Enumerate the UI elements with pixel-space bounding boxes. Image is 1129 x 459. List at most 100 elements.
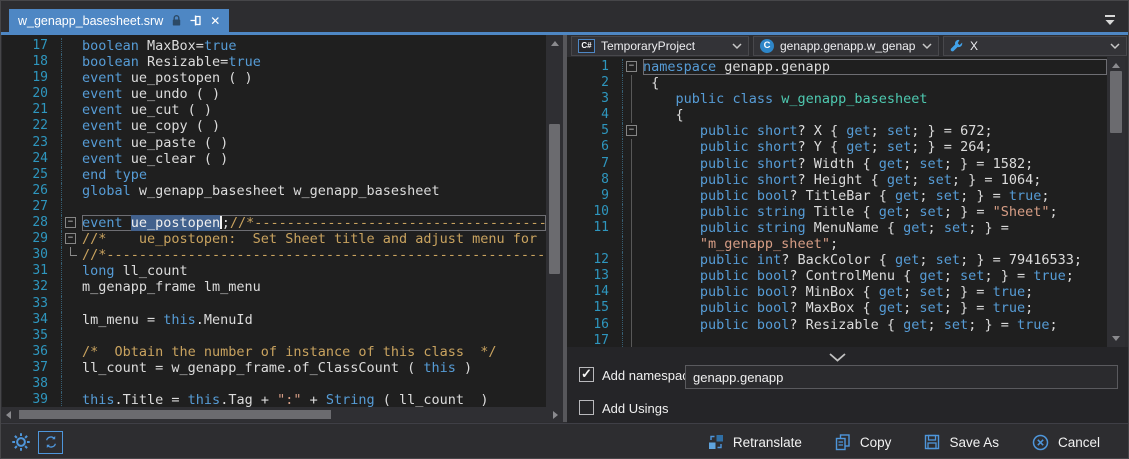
fold-margin — [609, 139, 643, 155]
fold-margin — [48, 54, 82, 70]
fold-margin — [609, 107, 643, 123]
code-line-26[interactable]: 26global w_genapp_basesheet w_genapp_bas… — [2, 183, 546, 199]
code-line-13[interactable]: 13 public bool? ControlMenu { get; set; … — [567, 268, 1107, 284]
fold-margin — [609, 284, 643, 300]
left-vscroll-thumb[interactable] — [549, 124, 560, 274]
code-line-17[interactable]: 17 — [567, 333, 1107, 347]
document-list-dropdown-icon[interactable] — [1101, 12, 1119, 28]
type-selector[interactable]: C genapp.genapp.w_genapp — [753, 36, 939, 56]
retranslate-button[interactable]: Retranslate — [708, 434, 802, 450]
member-selector-value: X — [970, 39, 978, 53]
code-line-8[interactable]: 8 public short? Height { get; set; } = 1… — [567, 172, 1107, 188]
fold-collapse-marker[interactable]: − — [48, 215, 82, 231]
member-selector[interactable]: X — [943, 36, 1127, 56]
left-hscroll-thumb[interactable] — [19, 410, 331, 419]
code-line-24[interactable]: 24event ue_clear ( ) — [2, 151, 546, 167]
right-vertical-scrollbar[interactable] — [1107, 57, 1125, 347]
retranslate-icon — [708, 434, 724, 450]
code-line-2[interactable]: 2 { — [567, 75, 1107, 91]
code-line-31[interactable]: 31long ll_count — [2, 263, 546, 279]
fold-margin — [48, 183, 82, 199]
copy-button[interactable]: Copy — [835, 434, 892, 451]
scroll-up-arrow[interactable] — [551, 41, 559, 46]
left-vertical-scrollbar[interactable] — [546, 35, 563, 422]
fold-margin — [609, 236, 643, 252]
scroll-left-arrow[interactable] — [6, 411, 11, 419]
add-usings-label: Add Usings — [602, 401, 668, 416]
bottom-toolbar: Retranslate Copy Save As — [1, 423, 1128, 459]
code-line-9[interactable]: 9 public bool? TitleBar { get; set; } = … — [567, 188, 1107, 204]
fold-margin — [48, 167, 82, 183]
fold-margin — [48, 135, 82, 151]
auto-retranslate-toggle[interactable] — [38, 431, 63, 454]
code-line-37[interactable]: 37ll_count = w_genapp_frame.of_ClassCoun… — [2, 360, 546, 376]
code-line-17[interactable]: 17boolean MaxBox=true — [2, 38, 546, 54]
document-tab[interactable]: w_genapp_basesheet.srw ✕ — [9, 9, 229, 32]
translated-code-editor[interactable]: 1−namespace genapp.genapp2 {3 public cla… — [567, 57, 1107, 347]
type-selector-value: genapp.genapp.w_genapp — [780, 39, 916, 53]
scroll-up-arrow[interactable] — [1112, 63, 1120, 68]
code-line-14[interactable]: 14 public bool? MinBox { get; set; } = t… — [567, 284, 1107, 300]
add-usings-checkbox[interactable] — [579, 400, 594, 415]
code-line-18[interactable]: 18boolean Resizable=true — [2, 54, 546, 70]
code-line-35[interactable]: 35 — [2, 328, 546, 344]
project-selector-value: TemporaryProject — [601, 39, 695, 53]
cancel-button[interactable]: Cancel — [1032, 434, 1100, 451]
code-line-38[interactable]: 38 — [2, 376, 546, 392]
code-line-33[interactable]: 33 — [2, 296, 546, 312]
code-line-11[interactable]: 11 public string MenuName { get; set; } … — [567, 220, 1107, 236]
translation-header: C# TemporaryProject C genapp.genapp.w_ge… — [567, 35, 1128, 57]
fold-margin — [48, 247, 82, 263]
left-horizontal-scrollbar[interactable] — [1, 407, 563, 422]
fold-margin — [48, 86, 82, 102]
scroll-down-arrow[interactable] — [1112, 336, 1120, 341]
namespace-input[interactable] — [685, 365, 1118, 389]
code-line-4[interactable]: 4 { — [567, 107, 1107, 123]
code-line-15[interactable]: 15 public bool? MaxBox { get; set; } = t… — [567, 300, 1107, 316]
code-line-19[interactable]: 19event ue_postopen ( ) — [2, 70, 546, 86]
code-line-34[interactable]: 34lm_menu = this.MenuId — [2, 312, 546, 328]
code-line-29[interactable]: 29−//* ue_postopen: Set Sheet title and … — [2, 231, 546, 247]
code-line-6[interactable]: 6 public short? Y { get; set; } = 264; — [567, 139, 1107, 155]
gear-icon[interactable] — [11, 432, 31, 452]
code-line-12[interactable]: 12 public int? BackColor { get; set; } =… — [567, 252, 1107, 268]
source-editor[interactable]: 17boolean MaxBox=true18boolean Resizable… — [2, 35, 546, 407]
copy-label: Copy — [860, 435, 892, 450]
fold-margin — [609, 268, 643, 284]
fold-collapse-marker[interactable]: − — [48, 231, 82, 247]
pin-icon[interactable] — [190, 14, 202, 27]
fold-margin — [609, 204, 643, 220]
add-namespace-checkbox[interactable] — [579, 367, 594, 382]
fold-margin — [609, 188, 643, 204]
project-selector[interactable]: C# TemporaryProject — [571, 36, 749, 56]
code-line-28[interactable]: 28−event ue_postopen;//*----------------… — [2, 215, 546, 231]
right-vscroll-thumb[interactable] — [1110, 71, 1122, 133]
code-line-32[interactable]: 32m_genapp_frame lm_menu — [2, 279, 546, 295]
code-line-5[interactable]: 5− public short? X { get; set; } = 672; — [567, 123, 1107, 139]
code-line-23[interactable]: 23event ue_paste ( ) — [2, 135, 546, 151]
code-line-22[interactable]: 22event ue_copy ( ) — [2, 118, 546, 134]
code-line-25[interactable]: 25end type — [2, 167, 546, 183]
fold-collapse-marker[interactable]: − — [609, 59, 643, 75]
fold-margin — [609, 220, 643, 236]
close-icon[interactable]: ✕ — [210, 15, 220, 27]
code-line-21[interactable]: 21event ue_cut ( ) — [2, 102, 546, 118]
code-line-30[interactable]: 30//*-----------------------------------… — [2, 247, 546, 263]
code-line-3[interactable]: 3 public class w_genapp_basesheet — [567, 91, 1107, 107]
fold-margin — [48, 392, 82, 407]
code-line-10[interactable]: 10 public string Title { get; set; } = "… — [567, 204, 1107, 220]
scroll-right-arrow[interactable] — [553, 411, 558, 419]
code-line-27[interactable]: 27 — [2, 199, 546, 215]
code-line-39[interactable]: 39this.Title = this.Tag + ":" + String (… — [2, 392, 546, 407]
class-icon: C — [760, 39, 774, 53]
code-line-36[interactable]: 36/* Obtain the number of instance of th… — [2, 344, 546, 360]
code-line-16[interactable]: 16 public bool? Resizable { get; set; } … — [567, 317, 1107, 333]
code-line-20[interactable]: 20event ue_undo ( ) — [2, 86, 546, 102]
fold-margin — [609, 75, 643, 91]
code-line-1[interactable]: 1−namespace genapp.genapp — [567, 59, 1107, 75]
code-line-wrap[interactable]: "m_genapp_sheet"; — [567, 236, 1107, 252]
save-as-button[interactable]: Save As — [924, 434, 999, 450]
fold-margin — [609, 156, 643, 172]
code-line-7[interactable]: 7 public short? Width { get; set; } = 15… — [567, 156, 1107, 172]
fold-collapse-marker[interactable]: − — [609, 123, 643, 139]
